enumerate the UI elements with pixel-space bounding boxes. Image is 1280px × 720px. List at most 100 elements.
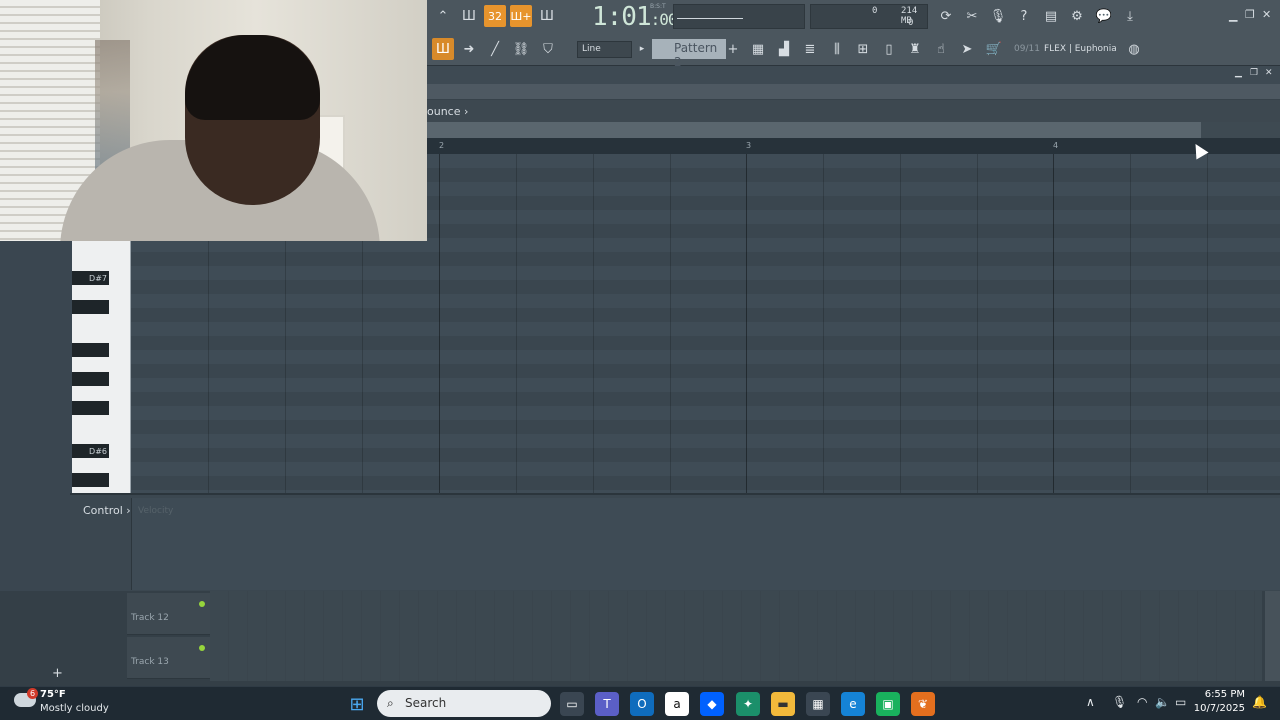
bounce-label[interactable]: ounce ›	[427, 105, 468, 118]
channel-rack-icon[interactable]: ≣	[799, 38, 821, 60]
chat-icon[interactable]: 💬	[1093, 5, 1115, 27]
refresh-icon[interactable]: ⟳	[935, 5, 957, 27]
grid-line	[1207, 154, 1208, 493]
cut-icon[interactable]: ✂	[961, 5, 983, 27]
globe-icon[interactable]: ◍	[1123, 38, 1145, 60]
cart-icon[interactable]: 🛒	[983, 38, 1005, 60]
touch-icon[interactable]: ☝	[930, 38, 952, 60]
piano-keyboard[interactable]: D#7 D#6	[72, 241, 131, 493]
brush-icon[interactable]: ╱	[484, 38, 506, 60]
clock-time[interactable]: 6:55 PM	[1205, 689, 1245, 700]
notification-icon[interactable]: 🔔	[1252, 695, 1267, 709]
weather-description[interactable]: Mostly cloudy	[40, 703, 109, 714]
control-label[interactable]: Control ›	[83, 504, 131, 517]
playlist-panel: Track 12 Track 13 +	[0, 591, 1280, 686]
time-selection-band[interactable]	[427, 122, 1201, 138]
help-icon[interactable]: ?	[1013, 5, 1035, 27]
volume-icon[interactable]: 🔈	[1155, 695, 1170, 709]
outlook-icon[interactable]: O	[630, 692, 654, 716]
stamp-icon[interactable]: ⛉	[537, 38, 559, 60]
output-meter	[673, 4, 805, 29]
timeline-ruler[interactable]: 2 3 4	[427, 138, 1280, 154]
event-control-panel: Control › Velocity	[70, 493, 1280, 591]
weather-badge: 6	[27, 688, 38, 699]
task-view-icon[interactable]: ▭	[560, 692, 584, 716]
pr-restore-icon[interactable]: ❐	[1250, 68, 1258, 78]
black-key[interactable]	[72, 372, 109, 386]
restore-icon[interactable]: ❐	[1245, 8, 1255, 21]
webcam-overlay	[0, 0, 427, 241]
loop-record-icon[interactable]: Ш	[536, 5, 558, 27]
minimize-icon[interactable]: ▁	[1229, 9, 1237, 22]
save-icon[interactable]: ▤	[1040, 5, 1062, 27]
taskbar-search[interactable]: ⌕ Search	[377, 690, 551, 717]
piano-roll-icon[interactable]: Ш	[432, 38, 454, 60]
ruler-bar-2: 2	[439, 141, 445, 150]
browser-icon[interactable]: ⊞	[852, 38, 874, 60]
left-panel	[0, 241, 70, 591]
pattern-prev-icon[interactable]: ▸	[635, 39, 649, 59]
plugin-icon[interactable]: ♜	[904, 38, 926, 60]
amazon-icon[interactable]: a	[665, 692, 689, 716]
battery-icon[interactable]: ▭	[1175, 695, 1186, 709]
store-icon[interactable]: ▦	[806, 692, 830, 716]
ruler-bar-4: 4	[1053, 141, 1059, 150]
metronome-icon[interactable]: ⌃	[432, 5, 454, 27]
link-icon[interactable]: ⛓	[510, 38, 532, 60]
arrow-icon[interactable]: ➜	[458, 38, 480, 60]
pr-close-icon[interactable]: ✕	[1265, 68, 1273, 78]
track-active-led[interactable]	[199, 645, 205, 651]
pattern-selector[interactable]: Pattern 2	[652, 39, 726, 69]
black-key[interactable]	[72, 300, 109, 314]
mixer-icon[interactable]: ⚙	[1066, 5, 1088, 27]
key-d-sharp-7[interactable]: D#7	[72, 271, 109, 285]
fl-studio-icon[interactable]: ❦	[911, 692, 935, 716]
tray-chevron-icon[interactable]: ∧	[1086, 695, 1095, 709]
black-key[interactable]	[72, 343, 109, 357]
snap-button[interactable]: 32	[484, 5, 506, 27]
line-select[interactable]: Line	[577, 41, 632, 58]
clock-date[interactable]: 10/7/2025	[1194, 703, 1245, 714]
playlist-grid[interactable]	[210, 591, 1262, 681]
file-explorer-icon[interactable]: ▬	[771, 692, 795, 716]
copilot-icon[interactable]: ✦	[736, 692, 760, 716]
grid-line	[977, 154, 978, 493]
send-icon[interactable]: ➤	[956, 38, 978, 60]
tray-mic-icon[interactable]: 🎙	[1112, 695, 1127, 709]
track-header-12[interactable]: Track 12	[127, 593, 210, 635]
windows-start-icon[interactable]: ⊞	[345, 692, 369, 716]
grid-line	[516, 154, 517, 493]
wifi-icon[interactable]: ◠	[1137, 695, 1147, 709]
mixer-view-icon[interactable]: ⫼	[826, 38, 848, 60]
piano-roll-header: ounce ›	[427, 100, 1280, 122]
add-pattern-icon[interactable]: +	[726, 39, 740, 59]
teams-icon[interactable]: T	[595, 692, 619, 716]
velocity-lane[interactable]: Velocity	[131, 498, 1280, 590]
app-icon[interactable]: ▣	[876, 692, 900, 716]
bar-line	[439, 154, 440, 493]
track-active-led[interactable]	[199, 601, 205, 607]
piano-roll-view-icon[interactable]: ▟	[773, 38, 795, 60]
add-track-button[interactable]: +	[52, 666, 63, 681]
edge-icon[interactable]: e	[841, 692, 865, 716]
playlist-scrollbar[interactable]	[1265, 591, 1280, 681]
windows-taskbar: 6 75°F Mostly cloudy ⊞ ⌕ Search ▭ T O a …	[0, 686, 1280, 720]
track-header-13[interactable]: Track 13	[127, 637, 210, 679]
cpu-memory-meter: 0 214 MB 0	[810, 4, 928, 29]
download-icon[interactable]: ⤓	[1119, 5, 1141, 27]
microphone-icon[interactable]: 🎙	[987, 5, 1009, 27]
wait-input-icon[interactable]: Ш	[458, 5, 480, 27]
black-key[interactable]	[72, 473, 109, 487]
black-key[interactable]	[72, 401, 109, 415]
weather-temperature[interactable]: 75°F	[40, 689, 66, 700]
horizontal-scrollbar[interactable]	[427, 84, 1280, 100]
key-d-sharp-6[interactable]: D#6	[72, 444, 109, 458]
playlist-icon[interactable]: ▦	[747, 38, 769, 60]
pattern-song-button[interactable]: Ш+	[510, 5, 532, 27]
file-icon[interactable]: ▯	[878, 38, 900, 60]
plugin-hint: 09/11 FLEX | Euphonia	[1014, 44, 1117, 54]
dropbox-icon[interactable]: ◆	[700, 692, 724, 716]
pr-minimize-icon[interactable]: ▁	[1235, 68, 1242, 78]
grid-line	[1130, 154, 1131, 493]
close-icon[interactable]: ✕	[1262, 8, 1271, 21]
